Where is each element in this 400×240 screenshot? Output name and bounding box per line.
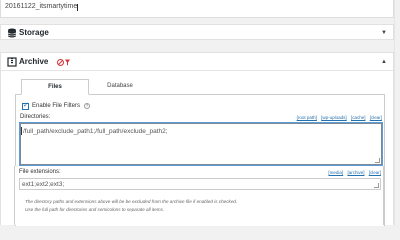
- archive-panel-title: Archive: [19, 57, 49, 66]
- filter-icon: [57, 59, 70, 66]
- top-text-field-value: 20161122_itsmartytime: [5, 3, 78, 10]
- wp-uploads-link[interactable]: [wp-uploads]: [321, 115, 347, 120]
- directories-textarea[interactable]: /full_path/exclude_path1;/full_path/excl…: [20, 123, 382, 165]
- caret-down-icon[interactable]: ▼: [381, 30, 387, 36]
- resize-handle-icon[interactable]: [374, 183, 379, 188]
- storage-panel: Storage ▼: [0, 24, 394, 40]
- tab-database[interactable]: Database: [89, 79, 151, 95]
- caret-up-icon[interactable]: ▲: [381, 59, 387, 65]
- text-caret: [21, 127, 22, 135]
- archive-icon: [7, 57, 17, 67]
- enable-file-filters-checkbox[interactable]: ✓: [22, 101, 29, 110]
- enable-file-filters-label: Enable File Filters: [32, 103, 81, 109]
- text-cursor-icon: I: [76, 3, 79, 14]
- extensions-value: ext1;ext2;ext3;: [22, 181, 65, 188]
- help-icon[interactable]: ?: [84, 102, 90, 109]
- checkmark-icon: ✓: [23, 101, 29, 109]
- extensions-label: File extensions:: [19, 169, 61, 175]
- archive-link[interactable]: [archive]: [347, 170, 364, 175]
- extensions-input[interactable]: ext1;ext2;ext3;: [19, 178, 381, 190]
- storage-panel-title: Storage: [19, 28, 49, 37]
- extensions-quick-links: [media] [archive] [clear]: [325, 170, 381, 175]
- database-icon: [7, 28, 17, 38]
- filters-note-line-1: The directory paths and extensions above…: [25, 199, 238, 204]
- cache-link[interactable]: [cache]: [351, 115, 366, 120]
- resize-handle-icon[interactable]: [375, 158, 380, 163]
- tab-files[interactable]: Files: [21, 79, 89, 95]
- filters-note-line-2: Use the full path for directories and se…: [25, 207, 165, 212]
- directories-quick-links: [root path] [wp-uploads] [cache] [clear]: [294, 115, 382, 120]
- scrollbar-track[interactable]: [394, 0, 400, 225]
- clear-directories-link[interactable]: [clear]: [370, 115, 382, 120]
- directories-value: /full_path/exclude_path1;/full_path/excl…: [23, 128, 168, 135]
- directories-label: Directories:: [20, 114, 51, 120]
- archive-tabs: Files Database: [15, 79, 385, 95]
- media-link[interactable]: [media]: [328, 170, 343, 175]
- extensions-section: File extensions: [media] [archive] [clea…: [14, 166, 384, 225]
- root-path-link[interactable]: [root path]: [297, 115, 317, 120]
- top-text-field[interactable]: 20161122_itsmartytime I: [0, 0, 394, 18]
- archive-panel-header[interactable]: Archive ▲: [1, 53, 393, 71]
- clear-extensions-link[interactable]: [clear]: [369, 170, 381, 175]
- storage-panel-header[interactable]: Storage ▼: [1, 25, 393, 41]
